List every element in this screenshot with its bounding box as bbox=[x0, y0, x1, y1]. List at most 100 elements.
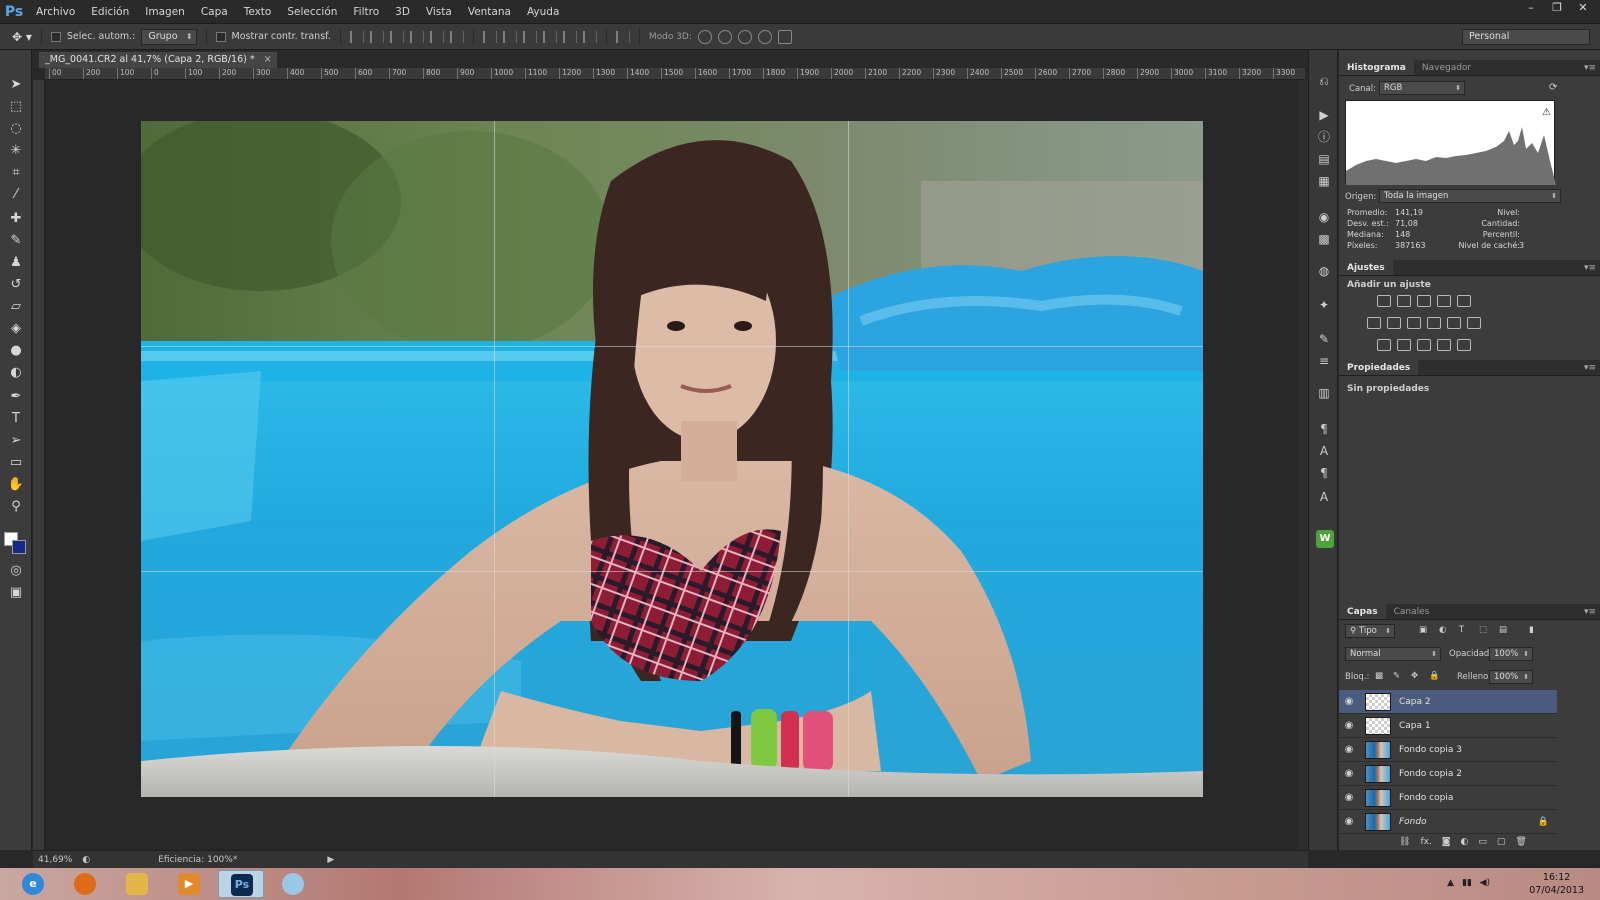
opacity-field[interactable]: 100% bbox=[1489, 647, 1533, 661]
tab-adjustments[interactable]: Ajustes bbox=[1339, 260, 1393, 275]
fill-field[interactable]: 100% bbox=[1489, 670, 1533, 684]
color-panel-icon[interactable]: ◍ bbox=[1316, 264, 1332, 278]
zoom-tool-icon[interactable]: ⚲ bbox=[6, 498, 26, 516]
layer-row[interactable]: ◉ Fondo copia 3 bbox=[1339, 738, 1557, 762]
photoshop-taskbar-button[interactable]: Ps bbox=[218, 870, 264, 898]
distribute-bottom-icon[interactable] bbox=[522, 30, 537, 43]
lock-all-icon[interactable]: 🔒 bbox=[1429, 671, 1440, 681]
character-styles-icon[interactable]: A bbox=[1316, 490, 1332, 504]
paragraph-panel-icon[interactable]: ¶ bbox=[1316, 422, 1332, 436]
canvas-area[interactable] bbox=[45, 80, 1305, 850]
lasso-tool-icon[interactable]: ◌ bbox=[6, 120, 26, 138]
menu-item-filtro[interactable]: Filtro bbox=[345, 6, 387, 18]
align-left-icon[interactable] bbox=[409, 30, 424, 43]
roll-3d-icon[interactable] bbox=[717, 29, 732, 44]
color-lookup-icon[interactable] bbox=[1467, 317, 1481, 329]
visibility-eye-icon[interactable]: ◉ bbox=[1339, 720, 1359, 731]
curves-icon[interactable] bbox=[1417, 295, 1431, 307]
menu-item-capa[interactable]: Capa bbox=[193, 6, 236, 18]
filter-toggle-icon[interactable]: ▮ bbox=[1529, 625, 1534, 635]
color-balance-icon[interactable] bbox=[1387, 317, 1401, 329]
rotate-3d-icon[interactable] bbox=[697, 29, 712, 44]
firefox-button[interactable] bbox=[62, 870, 108, 898]
layer-row[interactable]: ◉ Fondo 🔒 bbox=[1339, 810, 1557, 834]
volume-icon[interactable]: ◀) bbox=[1480, 878, 1490, 888]
slide-3d-icon[interactable] bbox=[757, 29, 772, 44]
notes-panel-icon[interactable]: ▤ bbox=[1316, 152, 1332, 166]
vibrance-icon[interactable] bbox=[1457, 295, 1471, 307]
link-layers-icon[interactable]: ⛓ bbox=[1399, 837, 1410, 847]
auto-select-dropdown[interactable]: Grupo bbox=[141, 28, 197, 45]
history-brush-icon[interactable]: ↺ bbox=[6, 276, 26, 294]
distribute-top-icon[interactable] bbox=[482, 30, 497, 43]
new-adjustment-icon[interactable]: ◐ bbox=[1461, 837, 1469, 847]
distribute-vcenter-icon[interactable] bbox=[502, 30, 517, 43]
invert-icon[interactable] bbox=[1377, 339, 1391, 351]
refresh-icon[interactable]: ⟳ bbox=[1549, 82, 1557, 93]
close-document-icon[interactable]: × bbox=[264, 52, 272, 68]
filter-pixel-icon[interactable]: ▣ bbox=[1419, 625, 1427, 635]
horizontal-guide[interactable] bbox=[141, 346, 1203, 347]
document-tab[interactable]: _MG_0041.CR2 al 41,7% (Capa 2, RGB/16) *… bbox=[39, 52, 277, 68]
menu-item-archivo[interactable]: Archivo bbox=[28, 6, 83, 18]
layer-row[interactable]: ◉ Capa 1 bbox=[1339, 714, 1557, 738]
distribute-left-icon[interactable] bbox=[542, 30, 557, 43]
filter-type-icon[interactable]: T bbox=[1459, 625, 1464, 635]
new-layer-icon[interactable]: ▢ bbox=[1497, 837, 1506, 847]
lock-position-icon[interactable]: ✥ bbox=[1411, 671, 1418, 681]
panel-menu-icon[interactable]: ▾≡ bbox=[1584, 60, 1596, 76]
tab-layers[interactable]: Capas bbox=[1339, 604, 1386, 619]
menu-item-imagen[interactable]: Imagen bbox=[137, 6, 193, 18]
channel-mixer-icon[interactable] bbox=[1447, 317, 1461, 329]
vertical-guide[interactable] bbox=[494, 121, 495, 797]
close-button[interactable]: ✕ bbox=[1570, 0, 1596, 16]
auto-select-checkbox[interactable] bbox=[50, 31, 61, 42]
system-clock[interactable]: 16:12 07/04/2013 bbox=[1529, 871, 1584, 897]
document-image[interactable] bbox=[141, 121, 1203, 797]
actions-panel-icon[interactable]: ▶ bbox=[1316, 108, 1332, 122]
tab-channels[interactable]: Canales bbox=[1386, 604, 1438, 619]
hand-tool-icon[interactable]: ✋ bbox=[6, 476, 26, 494]
distribute-hcenter-icon[interactable] bbox=[562, 30, 577, 43]
auto-align-icon[interactable] bbox=[615, 30, 630, 43]
visibility-eye-icon[interactable]: ◉ bbox=[1339, 696, 1359, 707]
info-panel-icon[interactable]: ⓘ bbox=[1316, 130, 1332, 144]
pen-tool-icon[interactable]: ✒ bbox=[6, 388, 26, 406]
healing-brush-icon[interactable]: ✚ bbox=[6, 210, 26, 228]
move-tool-icon[interactable]: ➤ bbox=[6, 76, 26, 94]
menu-item-vista[interactable]: Vista bbox=[418, 6, 460, 18]
history-panel-icon[interactable]: ⎌ bbox=[1316, 74, 1332, 88]
paint-bucket-icon[interactable]: ◈ bbox=[6, 320, 26, 338]
tab-properties[interactable]: Propiedades bbox=[1339, 360, 1419, 375]
path-selection-icon[interactable]: ➢ bbox=[6, 432, 26, 450]
menu-item-ayuda[interactable]: Ayuda bbox=[519, 6, 567, 18]
layer-filter-select[interactable]: ⚲ Tipo bbox=[1345, 624, 1395, 638]
layer-comps-icon[interactable]: ▦ bbox=[1316, 174, 1332, 188]
tool-presets-icon[interactable]: ▥ bbox=[1316, 386, 1332, 400]
restore-button[interactable]: ❐ bbox=[1544, 0, 1570, 16]
origin-select[interactable]: Toda la imagen bbox=[1379, 189, 1561, 203]
layer-style-icon[interactable]: fx. bbox=[1420, 837, 1431, 847]
explorer-button[interactable] bbox=[114, 870, 160, 898]
menu-item-texto[interactable]: Texto bbox=[236, 6, 280, 18]
lock-pixels-icon[interactable]: ✎ bbox=[1393, 671, 1400, 681]
hue-saturation-icon[interactable] bbox=[1367, 317, 1381, 329]
blend-mode-select[interactable]: Normal bbox=[1345, 647, 1441, 661]
posterize-icon[interactable] bbox=[1397, 339, 1411, 351]
panel-menu-icon[interactable]: ▾≡ bbox=[1584, 604, 1596, 620]
align-bottom-icon[interactable] bbox=[389, 30, 404, 43]
vertical-guide[interactable] bbox=[848, 121, 849, 797]
shape-tool-icon[interactable]: ▭ bbox=[6, 454, 26, 472]
align-top-icon[interactable] bbox=[349, 30, 364, 43]
media-player-button[interactable]: ▶ bbox=[166, 870, 212, 898]
character-panel-icon[interactable]: A bbox=[1316, 444, 1332, 458]
align-vcenter-icon[interactable] bbox=[369, 30, 384, 43]
tab-histogram[interactable]: Histograma bbox=[1339, 60, 1414, 75]
minimize-button[interactable]: – bbox=[1518, 0, 1544, 16]
drag-3d-icon[interactable] bbox=[737, 29, 752, 44]
brush-panel-icon[interactable]: ✎ bbox=[1316, 332, 1332, 346]
tray-arrow-icon[interactable]: ▲ bbox=[1447, 878, 1454, 888]
clone-source-icon[interactable]: ≡ bbox=[1316, 354, 1332, 368]
layer-row[interactable]: ◉ Capa 2 bbox=[1339, 690, 1557, 714]
visibility-eye-icon[interactable]: ◉ bbox=[1339, 768, 1359, 779]
